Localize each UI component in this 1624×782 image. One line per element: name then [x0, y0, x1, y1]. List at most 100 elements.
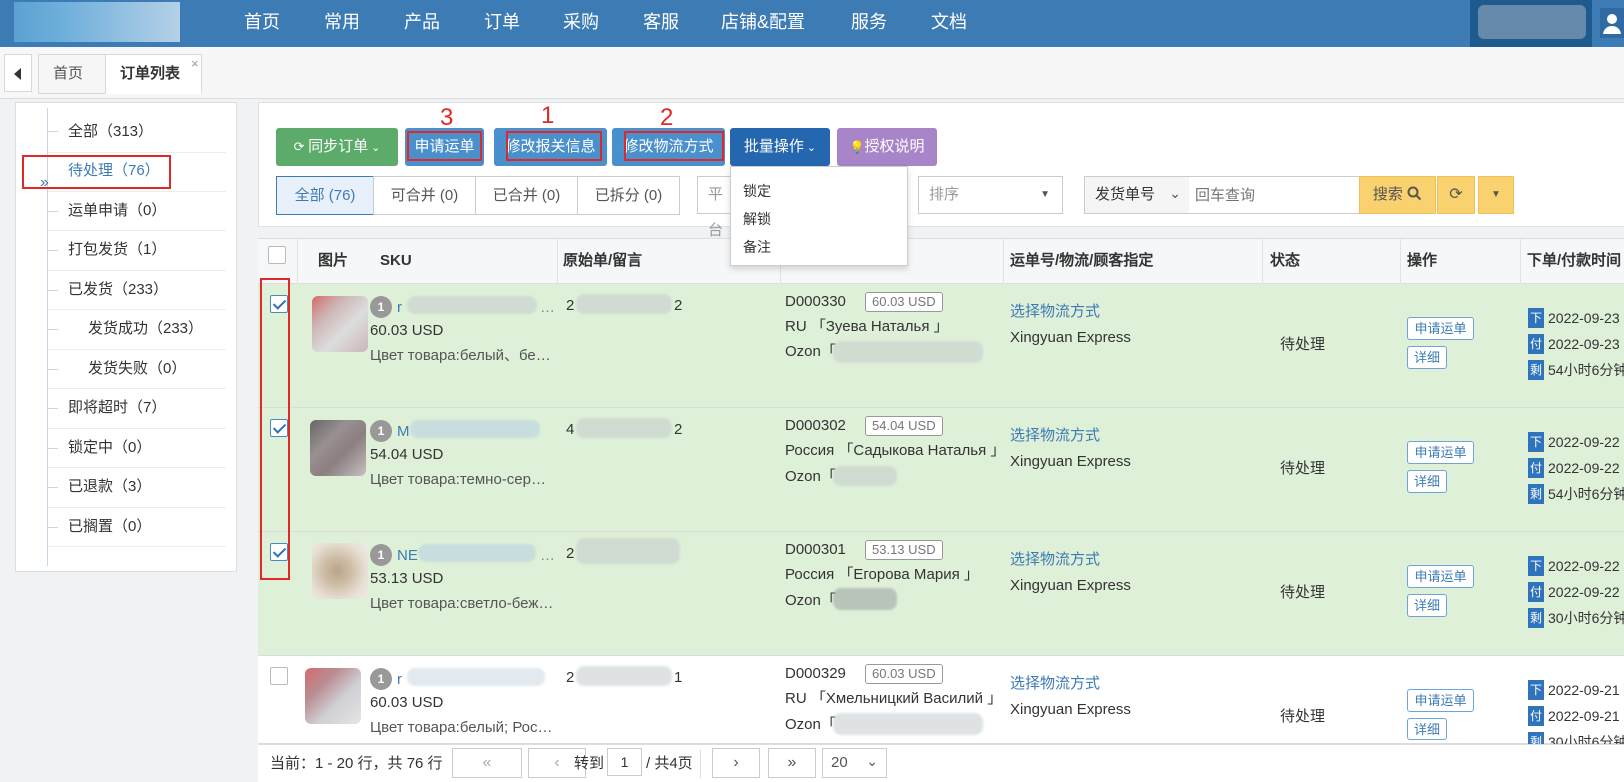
sidebar-item-ship-success[interactable]: 发货成功（233） [88, 310, 203, 348]
apply-waybill-row-button[interactable]: 申请运单 [1407, 689, 1474, 712]
nav-purchase[interactable]: 采购 [563, 0, 599, 47]
row-checkbox[interactable] [270, 667, 288, 685]
caret-down-icon: ▼ [1040, 189, 1050, 200]
nav-common[interactable]: 常用 [324, 0, 360, 47]
order-number: D000330 [785, 293, 846, 310]
sidebar-item-locked[interactable]: 锁定中（0） [68, 429, 151, 467]
item-price: 54.04 USD [370, 446, 444, 463]
username-blurred [1478, 5, 1586, 39]
apply-waybill-row-button[interactable]: 申请运单 [1407, 441, 1474, 464]
refresh-button[interactable]: ⟳ [1437, 176, 1475, 214]
filter-tab-all[interactable]: 全部 (76) [276, 176, 374, 215]
filter-tab-split[interactable]: 已拆分 (0) [577, 176, 680, 215]
menu-item-lock[interactable]: 锁定 [743, 181, 771, 201]
edit-logistics-button[interactable]: 修改物流方式 [612, 128, 725, 166]
nav-store-config[interactable]: 店铺&配置 [721, 0, 805, 47]
tree-dash [48, 211, 58, 212]
app-logo[interactable] [14, 2, 180, 42]
page-number-input[interactable]: 1 [607, 748, 642, 776]
buyer-country-name: RU 「Хмельницкий Василий 」 [785, 690, 1003, 707]
col-divider [1400, 238, 1401, 284]
sidebar-item-on-hold[interactable]: 已搁置（0） [68, 508, 151, 546]
product-thumbnail[interactable] [312, 543, 368, 599]
detail-button[interactable]: 详细 [1407, 718, 1447, 740]
select-logistics-link[interactable]: 选择物流方式 [1010, 675, 1100, 693]
sidebar-item-ship-failed[interactable]: 发货失败（0） [88, 350, 186, 388]
nav-service[interactable]: 客服 [643, 0, 679, 47]
next-page-button[interactable]: › [712, 748, 760, 778]
order-time: 2022-09-23 [1548, 310, 1620, 326]
auth-info-button[interactable]: 💡授权说明 [837, 128, 937, 166]
sort-select-label: 排序 [929, 186, 960, 203]
more-options-button[interactable]: ▼ [1478, 176, 1514, 214]
select-all-checkbox[interactable] [268, 246, 286, 264]
select-logistics-link[interactable]: 选择物流方式 [1010, 551, 1100, 569]
nav-products[interactable]: 产品 [404, 0, 440, 47]
sku-link[interactable]: M [397, 423, 410, 441]
apply-waybill-row-button[interactable]: 申请运单 [1407, 317, 1474, 340]
sku-ellipsis: … [540, 547, 555, 564]
edit-customs-button[interactable]: 修改报关信息 [494, 128, 607, 166]
annotation-number-3: 3 [440, 104, 454, 131]
sync-orders-button[interactable]: ⟳ 同步订单 ⌄ [276, 128, 398, 166]
search-type-select[interactable]: 发货单号 ⌄ [1084, 176, 1190, 214]
col-header-image: 图片 [318, 252, 349, 269]
product-thumbnail[interactable] [312, 296, 368, 352]
menu-item-unlock[interactable]: 解锁 [743, 209, 771, 229]
sync-orders-label: 同步订单 [308, 138, 369, 155]
pay-time-badge: 付 [1528, 458, 1544, 478]
highlight-box [22, 155, 171, 189]
highlight-box [506, 131, 602, 161]
sku-link[interactable]: r [397, 299, 402, 317]
detail-button[interactable]: 详细 [1407, 470, 1447, 493]
tab-order-list[interactable]: 订单列表 [105, 54, 202, 94]
col-header-ops: 操作 [1407, 252, 1438, 269]
sidebar-item-all[interactable]: 全部（313） [68, 113, 153, 151]
item-attributes: Цвет товара:светло-беж… [370, 595, 554, 612]
nav-orders[interactable]: 订单 [484, 0, 520, 47]
pagination-summary: 当前：1 - 20 行，共 76 行 [270, 755, 443, 772]
col-divider [557, 238, 558, 284]
sort-select[interactable]: 排序 ▼ [918, 176, 1063, 214]
filter-tab-mergeable[interactable]: 可合并 (0) [373, 176, 476, 215]
product-thumbnail[interactable] [310, 420, 366, 476]
platform-store: Ozon「 [785, 343, 836, 360]
total-pages: / 共4页 [646, 755, 693, 772]
search-type-label: 发货单号 [1095, 186, 1156, 203]
menu-item-note[interactable]: 备注 [743, 237, 771, 257]
apply-waybill-button[interactable]: 申请运单 [405, 128, 484, 166]
tab-home[interactable]: 首页 [38, 54, 106, 94]
quantity-badge: 1 [370, 296, 392, 318]
tab-scroll-left-icon[interactable] [4, 54, 32, 92]
annotation-number-1: 1 [541, 102, 555, 129]
sidebar-item-refunded[interactable]: 已退款（3） [68, 468, 151, 506]
nav-services[interactable]: 服务 [851, 0, 887, 47]
sku-link[interactable]: r [397, 671, 402, 689]
store-blurred [833, 466, 897, 486]
first-page-button[interactable]: « [452, 748, 522, 778]
order-number: D000301 [785, 541, 846, 558]
last-page-button[interactable]: » [768, 748, 816, 778]
product-thumbnail[interactable] [305, 668, 361, 724]
chevron-down-icon: ⌄ [866, 753, 878, 769]
apply-waybill-row-button[interactable]: 申请运单 [1407, 565, 1474, 588]
page-size-select[interactable]: 20 ⌄ [822, 748, 887, 778]
nav-home[interactable]: 首页 [244, 0, 280, 47]
sidebar-item-pack-ship[interactable]: 打包发货（1） [68, 231, 166, 269]
sku-blurred [410, 420, 540, 438]
search-button[interactable]: 搜索 [1359, 176, 1436, 214]
select-logistics-link[interactable]: 选择物流方式 [1010, 427, 1100, 445]
search-input[interactable] [1189, 176, 1361, 214]
nav-docs[interactable]: 文档 [931, 0, 967, 47]
detail-button[interactable]: 详细 [1407, 594, 1447, 617]
batch-ops-button[interactable]: 批量操作 ⌄ [730, 128, 830, 166]
sku-link[interactable]: NE [397, 547, 418, 565]
sidebar-item-timeout-soon[interactable]: 即将超时（7） [68, 389, 166, 427]
sidebar-item-waybill-apply[interactable]: 运单申请（0） [68, 192, 166, 230]
detail-button[interactable]: 详细 [1407, 346, 1447, 369]
tab-close-icon[interactable]: × [191, 57, 199, 70]
user-icon[interactable] [1600, 8, 1624, 38]
sidebar-item-shipped[interactable]: 已发货（233） [68, 271, 168, 309]
filter-tab-merged[interactable]: 已合并 (0) [475, 176, 578, 215]
select-logistics-link[interactable]: 选择物流方式 [1010, 303, 1100, 321]
